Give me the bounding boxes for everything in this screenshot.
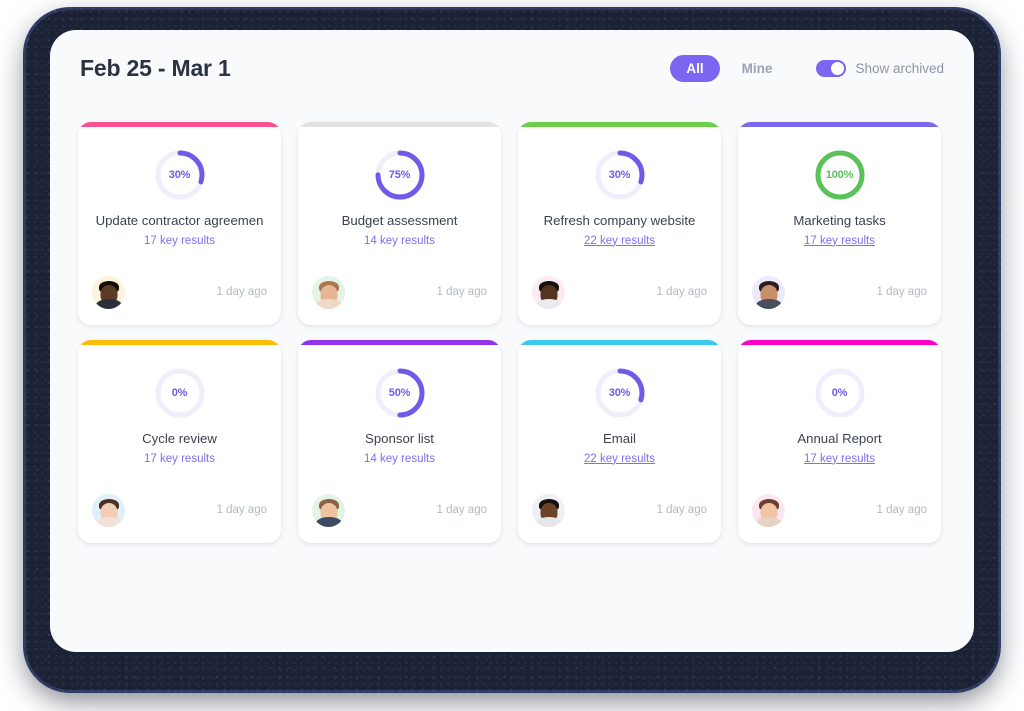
key-results-link[interactable]: 22 key results — [584, 235, 655, 247]
card-title: Sponsor list — [365, 431, 434, 446]
card-footer: 1 day ago — [298, 269, 501, 325]
header-controls: All Mine Show archived — [670, 54, 944, 82]
filter-mine-button[interactable]: Mine — [726, 55, 789, 82]
avatar-shoulders — [315, 516, 342, 527]
goal-card[interactable]: 30% Update contractor agreemen 17 key re… — [78, 122, 281, 325]
card-footer: 1 day ago — [738, 487, 941, 543]
avatar-shoulders — [95, 298, 122, 309]
card-title: Update contractor agreemen — [95, 213, 264, 228]
card-accent-bar — [78, 340, 281, 345]
goal-card-grid: 30% Update contractor agreemen 17 key re… — [78, 122, 946, 543]
show-archived-toggle[interactable] — [816, 59, 847, 77]
card-title: Refresh company website — [543, 213, 696, 228]
card-footer: 1 day ago — [738, 269, 941, 325]
card-accent-bar — [78, 122, 281, 127]
goal-card[interactable]: 0% Annual Report 17 key results 1 day ag… — [738, 340, 941, 543]
card-title: Marketing tasks — [793, 213, 886, 228]
progress-ring: 30% — [594, 367, 646, 419]
goal-card[interactable]: 75% Budget assessment 14 key results 1 d… — [298, 122, 501, 325]
card-timestamp: 1 day ago — [656, 504, 707, 516]
progress-percent-label: 30% — [608, 387, 631, 399]
key-results-link[interactable]: 14 key results — [364, 235, 435, 247]
avatar-shoulders — [315, 298, 342, 309]
card-accent-bar — [738, 122, 941, 127]
card-timestamp: 1 day ago — [216, 504, 267, 516]
progress-ring: 30% — [594, 149, 646, 201]
key-results-link[interactable]: 14 key results — [364, 453, 435, 465]
progress-percent-label: 100% — [825, 169, 854, 181]
toggle-knob — [831, 61, 845, 75]
key-results-link[interactable]: 17 key results — [144, 235, 215, 247]
key-results-link[interactable]: 17 key results — [144, 453, 215, 465]
card-footer: 1 day ago — [518, 269, 721, 325]
avatar[interactable] — [312, 275, 345, 309]
goal-card[interactable]: 100% Marketing tasks 17 key results 1 da… — [738, 122, 941, 325]
filter-segmented-control: All Mine — [670, 54, 789, 82]
avatar[interactable] — [752, 275, 785, 309]
card-footer: 1 day ago — [78, 269, 281, 325]
progress-ring: 0% — [154, 367, 206, 419]
key-results-link[interactable]: 17 key results — [804, 235, 875, 247]
card-accent-bar — [298, 122, 501, 127]
card-timestamp: 1 day ago — [876, 504, 927, 516]
card-timestamp: 1 day ago — [216, 286, 267, 298]
avatar[interactable] — [532, 275, 565, 309]
progress-percent-label: 50% — [388, 387, 411, 399]
show-archived-label: Show archived — [855, 60, 944, 76]
progress-ring: 50% — [374, 367, 426, 419]
card-title: Budget assessment — [341, 213, 458, 228]
card-timestamp: 1 day ago — [436, 286, 487, 298]
filter-all-button[interactable]: All — [670, 54, 720, 82]
card-timestamp: 1 day ago — [656, 286, 707, 298]
avatar-shoulders — [535, 298, 562, 309]
card-accent-bar — [738, 340, 941, 345]
goal-card[interactable]: 30% Email 22 key results 1 day ago — [518, 340, 721, 543]
app-root: Feb 25 - Mar 1 All Mine Show archived 30… — [0, 0, 1024, 711]
page-header: Feb 25 - Mar 1 All Mine Show archived — [50, 30, 974, 106]
card-accent-bar — [518, 340, 721, 345]
progress-ring: 100% — [814, 149, 866, 201]
card-footer: 1 day ago — [518, 487, 721, 543]
avatar[interactable] — [752, 493, 785, 527]
avatar-shoulders — [755, 298, 782, 309]
avatar[interactable] — [312, 493, 345, 527]
key-results-link[interactable]: 17 key results — [804, 453, 875, 465]
card-title: Email — [603, 431, 636, 446]
goal-card[interactable]: 50% Sponsor list 14 key results 1 day ag… — [298, 340, 501, 543]
avatar-shoulders — [755, 516, 782, 527]
card-timestamp: 1 day ago — [436, 504, 487, 516]
progress-ring: 30% — [154, 149, 206, 201]
goal-card[interactable]: 0% Cycle review 17 key results 1 day ago — [78, 340, 281, 543]
progress-ring: 75% — [374, 149, 426, 201]
app-panel: Feb 25 - Mar 1 All Mine Show archived 30… — [50, 30, 974, 652]
progress-percent-label: 75% — [388, 169, 411, 181]
card-footer: 1 day ago — [298, 487, 501, 543]
card-footer: 1 day ago — [78, 487, 281, 543]
card-title: Annual Report — [797, 431, 882, 446]
key-results-link[interactable]: 22 key results — [584, 453, 655, 465]
avatar[interactable] — [92, 493, 125, 527]
page-title: Feb 25 - Mar 1 — [80, 54, 231, 81]
progress-percent-label: 30% — [168, 169, 191, 181]
show-archived-control: Show archived — [816, 59, 944, 77]
goal-card[interactable]: 30% Refresh company website 22 key resul… — [518, 122, 721, 325]
card-accent-bar — [298, 340, 501, 345]
progress-percent-label: 0% — [171, 387, 188, 399]
card-accent-bar — [518, 122, 721, 127]
avatar[interactable] — [532, 493, 565, 527]
card-timestamp: 1 day ago — [876, 286, 927, 298]
card-title: Cycle review — [142, 431, 217, 446]
progress-percent-label: 30% — [608, 169, 631, 181]
avatar-shoulders — [95, 516, 122, 527]
progress-percent-label: 0% — [831, 387, 848, 399]
avatar[interactable] — [92, 275, 125, 309]
avatar-shoulders — [535, 516, 562, 527]
progress-ring: 0% — [814, 367, 866, 419]
